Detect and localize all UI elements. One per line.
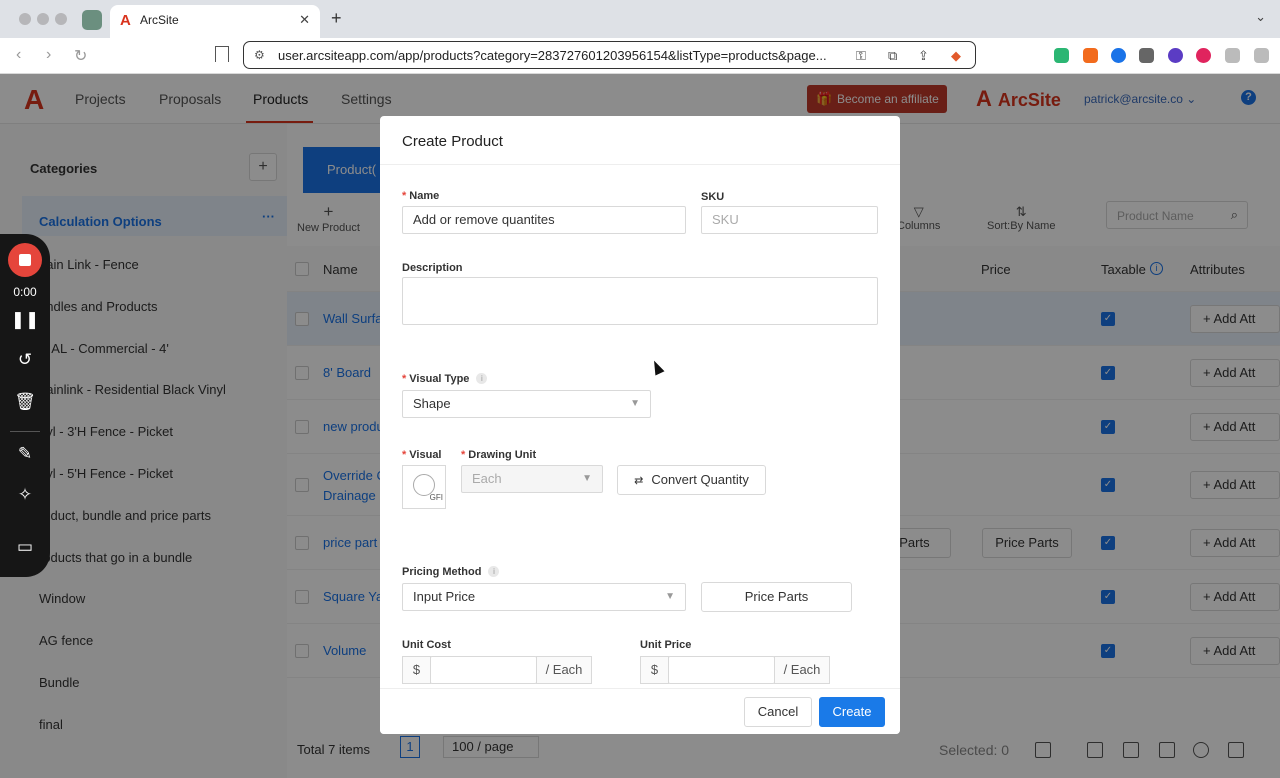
- modal-footer: Cancel Create: [380, 688, 900, 734]
- forward-icon[interactable]: ›: [46, 46, 51, 64]
- description-label: Description: [402, 262, 463, 274]
- unit-suffix: / Each: [536, 656, 592, 684]
- toolbar-divider: [10, 431, 40, 432]
- create-button[interactable]: Create: [819, 697, 885, 727]
- create-product-modal: Create Product * Name Add or remove quant…: [380, 116, 900, 734]
- pause-icon[interactable]: ❚❚: [0, 310, 50, 330]
- browser-tab-bar: A ArcSite ✕ + ⌄: [0, 0, 1280, 38]
- visual-label: * Visual: [402, 449, 442, 461]
- visual-thumb-text: GFI: [429, 493, 443, 502]
- chevron-down-icon: ▼: [630, 398, 640, 409]
- browser-menu-icon[interactable]: [1254, 48, 1269, 63]
- convert-label: Convert Quantity: [651, 472, 749, 487]
- convert-icon: ⇄: [634, 475, 644, 487]
- name-label: * Name: [402, 190, 440, 202]
- brave-shield-icon[interactable]: ◆: [951, 48, 961, 64]
- browser-tab[interactable]: A ArcSite ✕: [110, 5, 320, 38]
- info-icon: i: [488, 566, 500, 577]
- currency-prefix: $: [402, 656, 431, 684]
- address-bar[interactable]: ⚙ user.arcsiteapp.com/app/products?categ…: [243, 41, 976, 69]
- tab-title: ArcSite: [140, 13, 179, 27]
- modal-title: Create Product: [402, 133, 503, 150]
- key-icon[interactable]: ⚿: [856, 48, 866, 64]
- restart-icon[interactable]: ↺: [0, 350, 50, 370]
- pen-icon[interactable]: ✎: [0, 444, 50, 464]
- open-external-icon[interactable]: ⧉: [888, 48, 897, 64]
- convert-quantity-button[interactable]: ⇄ Convert Quantity: [617, 465, 766, 495]
- modal-header: Create Product: [380, 116, 900, 165]
- arcsite-favicon-icon: A: [120, 12, 131, 29]
- unit-cost-input[interactable]: [430, 656, 537, 684]
- stop-recording-button[interactable]: [8, 243, 42, 277]
- visual-type-value: Shape: [413, 396, 451, 411]
- description-textarea[interactable]: [402, 277, 878, 325]
- visual-thumbnail[interactable]: GFI: [402, 465, 446, 509]
- pricing-method-value: Input Price: [413, 589, 476, 604]
- extension-icon[interactable]: [1083, 48, 1098, 63]
- extension-icon[interactable]: [1111, 48, 1126, 63]
- extension-icon[interactable]: [1054, 48, 1069, 63]
- unit-price-label: Unit Price: [640, 639, 692, 651]
- visual-type-label: * Visual Type i: [402, 373, 488, 385]
- currency-prefix: $: [640, 656, 669, 684]
- unit-cost-field: $ / Each: [402, 656, 592, 684]
- visual-type-select[interactable]: Shape ▼: [402, 390, 651, 418]
- drawing-unit-label: * Drawing Unit: [461, 449, 537, 461]
- price-parts-button[interactable]: Price Parts: [701, 582, 852, 612]
- back-icon[interactable]: ‹: [16, 46, 21, 64]
- chevron-down-icon: ▼: [582, 473, 592, 484]
- minimize-window-button[interactable]: [37, 13, 49, 25]
- url-text: user.arcsiteapp.com/app/products?categor…: [278, 48, 827, 63]
- share-icon[interactable]: ⇪: [918, 48, 929, 64]
- sku-label: SKU: [701, 191, 725, 203]
- close-tab-icon[interactable]: ✕: [299, 12, 310, 28]
- cancel-button[interactable]: Cancel: [744, 697, 812, 727]
- extension-icon[interactable]: [1139, 48, 1154, 63]
- zoom-window-button[interactable]: [55, 13, 67, 25]
- pinned-tab-icon[interactable]: [82, 10, 102, 30]
- unit-price-field: $ / Each: [640, 656, 830, 684]
- name-field[interactable]: Add or remove quantites: [402, 206, 686, 234]
- unit-price-input[interactable]: [668, 656, 775, 684]
- drawing-unit-value: Each: [472, 471, 502, 486]
- drawing-unit-select[interactable]: Each ▼: [461, 465, 603, 493]
- unit-suffix: / Each: [774, 656, 830, 684]
- effects-icon[interactable]: ✧: [0, 485, 50, 505]
- browser-toolbar: ‹ › ↻ ⚙ user.arcsiteapp.com/app/products…: [0, 38, 1280, 74]
- extensions-puzzle-icon[interactable]: [1225, 48, 1240, 63]
- new-tab-button[interactable]: +: [331, 8, 342, 29]
- tab-list-chevron-icon[interactable]: ⌄: [1255, 9, 1266, 25]
- recording-timer: 0:00: [13, 285, 37, 299]
- sku-field[interactable]: SKU: [701, 206, 878, 234]
- close-window-button[interactable]: [19, 13, 31, 25]
- pricing-method-select[interactable]: Input Price ▼: [402, 583, 686, 611]
- trash-icon[interactable]: 🗑: [0, 392, 50, 412]
- extension-icon[interactable]: [1168, 48, 1183, 63]
- camera-icon[interactable]: ▭: [0, 537, 50, 557]
- reload-icon[interactable]: ↻: [74, 46, 87, 66]
- chevron-down-icon: ▼: [665, 591, 675, 602]
- pricing-method-label: Pricing Method i: [402, 566, 500, 578]
- site-info-icon[interactable]: ⚙: [254, 48, 265, 62]
- info-icon: i: [476, 373, 488, 384]
- unit-cost-label: Unit Cost: [402, 639, 451, 651]
- bookmark-icon[interactable]: [215, 46, 229, 62]
- extension-icon[interactable]: [1196, 48, 1211, 63]
- screen-recorder-toolbar: 0:00 ❚❚ ↺ 🗑 ✎ ✧ ▭: [0, 234, 50, 577]
